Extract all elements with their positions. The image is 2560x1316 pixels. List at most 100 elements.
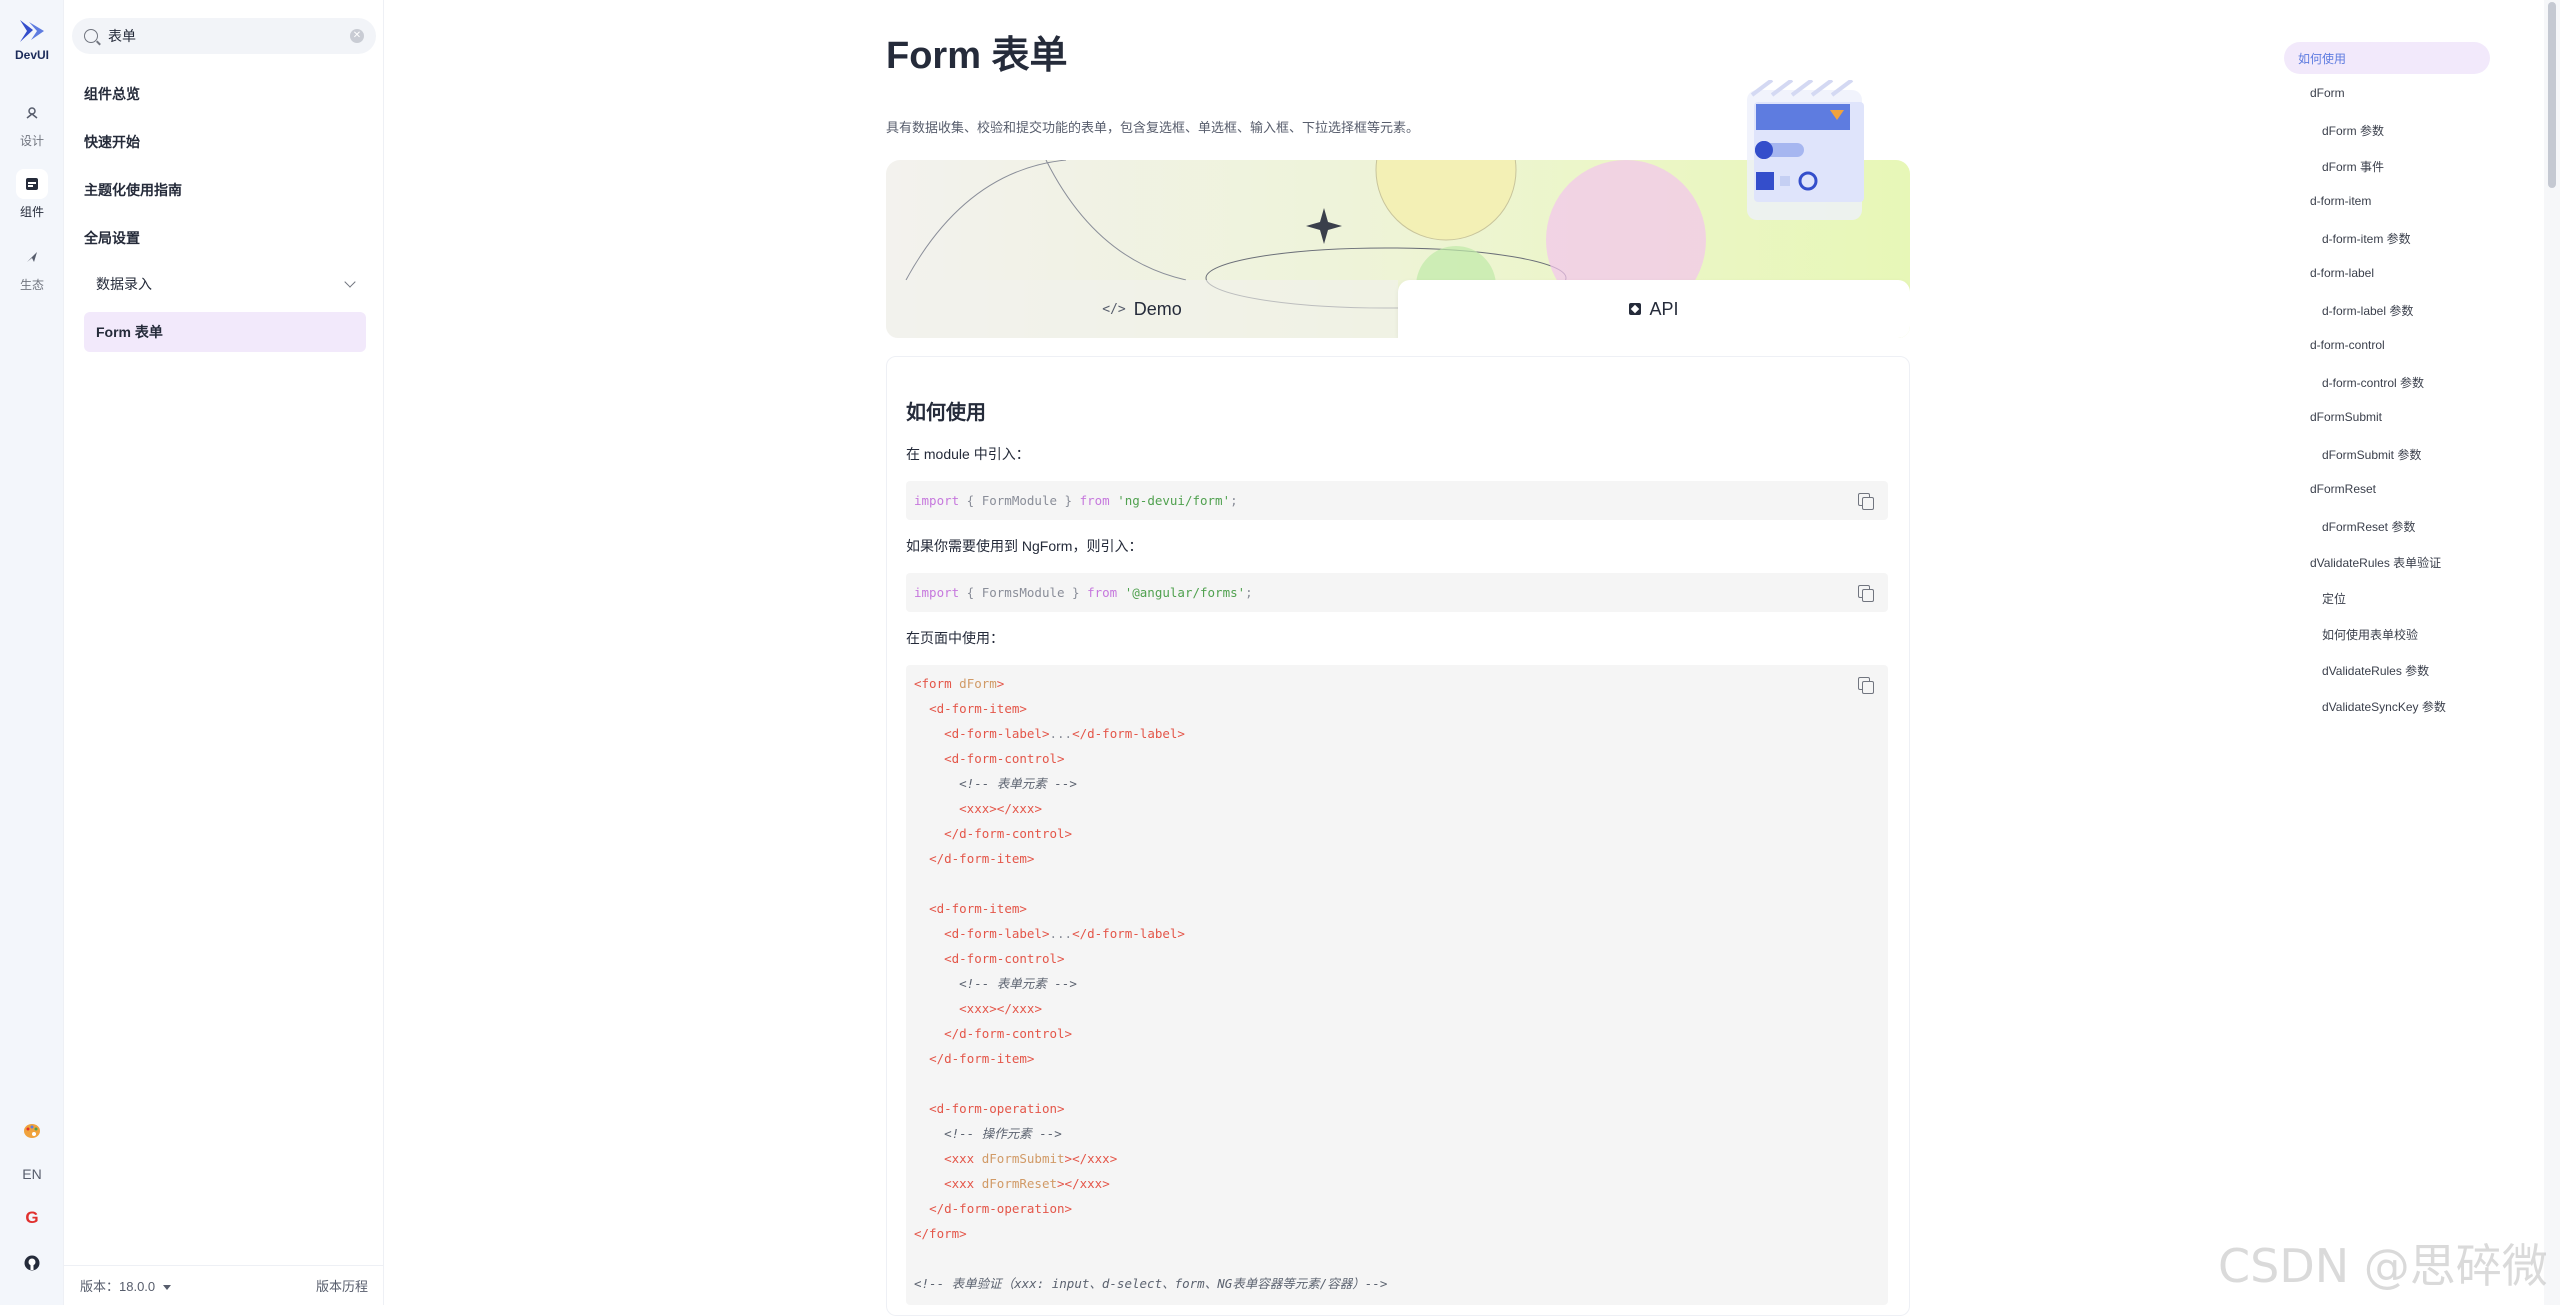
code-line: <xxx dFormSubmit></xxx> xyxy=(944,1151,1118,1166)
rail-label-design: 设计 xyxy=(19,134,44,148)
toc-item[interactable]: d-form-item 参数 xyxy=(2322,230,2411,247)
toc-item[interactable]: dFormSubmit 参数 xyxy=(2322,446,2421,463)
tab-demo[interactable]: </> Demo xyxy=(886,280,1398,338)
watermark: CSDN @思碎微 xyxy=(2218,1239,2548,1293)
code-line: <d-form-label>...</d-form-label> xyxy=(944,726,1185,741)
code-line: <!-- 表单验证（xxx: input、d-select、form、NG表单容… xyxy=(914,1276,1388,1291)
paragraph-module-import: 在 module 中引入： xyxy=(906,446,1030,462)
copy-icon[interactable] xyxy=(1858,585,1874,602)
copy-icon[interactable] xyxy=(1858,493,1874,510)
paragraph-ngform-import: 如果你需要使用到 NgForm，则引入： xyxy=(906,538,1143,554)
nav-item-theme-guide[interactable]: 主题化使用指南 xyxy=(84,180,182,200)
code-line: import { FormsModule } from '@angular/fo… xyxy=(914,585,1253,600)
sidebar-footer: 版本：18.0.0 版本历程 xyxy=(64,1265,384,1305)
page-title: Form 表单 xyxy=(886,35,1068,77)
code-line: </d-form-control> xyxy=(944,1026,1073,1041)
code-line: </d-form-item> xyxy=(929,1051,1035,1066)
page-description: 具有数据收集、校验和提交功能的表单，包含复选框、单选框、输入框、下拉选择框等元素… xyxy=(886,120,1420,135)
rail-label-component: 组件 xyxy=(19,205,44,219)
paragraph-page-usage: 在页面中使用： xyxy=(906,630,1004,646)
ecosystem-icon xyxy=(16,242,48,272)
toc-item[interactable]: d-form-label 参数 xyxy=(2322,302,2413,319)
rail-label-ecosystem: 生态 xyxy=(19,278,44,292)
toc-item[interactable]: dFormReset 参数 xyxy=(2322,518,2415,535)
search-box[interactable]: 表单 ✕ xyxy=(72,18,376,54)
rail-item-component[interactable]: 组件 xyxy=(8,169,56,220)
code-line: <!-- 操作元素 --> xyxy=(914,1126,1062,1141)
toc-item[interactable]: dForm xyxy=(2310,86,2345,100)
search-input[interactable]: 表单 xyxy=(108,26,350,46)
version-select[interactable]: 版本：18.0.0 xyxy=(80,1276,172,1295)
nav-item-form[interactable]: Form 表单 xyxy=(84,312,366,352)
chevron-down-icon xyxy=(344,276,356,288)
toc-item[interactable]: dValidateRules 表单验证 xyxy=(2310,554,2441,571)
tab-api-label: API xyxy=(1649,298,1679,319)
code-line: <!-- 表单元素 --> xyxy=(914,976,1077,991)
toc-item[interactable]: d-form-label xyxy=(2310,266,2374,280)
code-line: <d-form-control> xyxy=(944,751,1065,766)
tab-demo-label: Demo xyxy=(1133,298,1182,319)
rail-bottom: EN G xyxy=(8,1108,56,1284)
toc-item[interactable]: dFormReset xyxy=(2310,482,2376,496)
component-icon xyxy=(16,169,48,199)
toc-item[interactable]: dFormSubmit xyxy=(2310,410,2382,424)
toc-item[interactable]: d-form-control 参数 xyxy=(2322,374,2424,391)
toc-item[interactable]: dForm 参数 xyxy=(2322,122,2384,139)
version-label: 版本：18.0.0 xyxy=(80,1279,156,1294)
language-switch[interactable]: EN xyxy=(8,1152,56,1196)
devui-logo-icon xyxy=(20,20,44,42)
caret-down-icon xyxy=(163,1285,172,1291)
rail-item-ecosystem[interactable]: 生态 xyxy=(8,242,56,293)
search-icon xyxy=(84,29,98,43)
nav-item-global-settings[interactable]: 全局设置 xyxy=(84,228,140,248)
toc-item[interactable]: dForm 事件 xyxy=(2322,158,2384,175)
code-block-form-module: import { FormModule } from 'ng-devui/for… xyxy=(906,481,1888,520)
code-line: import { FormModule } from 'ng-devui/for… xyxy=(914,493,1238,508)
logo-text: DevUI xyxy=(14,48,49,62)
scrollbar[interactable] xyxy=(2544,0,2560,1305)
tabs: </> Demo API xyxy=(886,280,1910,338)
scrollbar-thumb[interactable] xyxy=(2548,2,2556,188)
toc-item[interactable]: d-form-item xyxy=(2310,194,2371,208)
tab-api[interactable]: API xyxy=(1398,280,1910,338)
gitee-icon[interactable]: G xyxy=(8,1196,56,1240)
nav-group-data-entry[interactable]: 数据录入 xyxy=(84,264,366,304)
code-block-template: <form dForm> <d-form-item> <d-form-label… xyxy=(906,665,1888,1305)
code-line: <d-form-item> xyxy=(929,701,1027,716)
clear-icon[interactable]: ✕ xyxy=(350,29,364,43)
toc-item[interactable]: 如何使用表单校验 xyxy=(2322,626,2418,643)
design-icon xyxy=(16,98,48,128)
devui-logo[interactable]: DevUI xyxy=(12,18,52,62)
code-line: <xxx></xxx> xyxy=(959,801,1042,816)
nav-item-overview[interactable]: 组件总览 xyxy=(84,84,140,104)
code-line: <d-form-control> xyxy=(944,951,1065,966)
nav-item-quickstart[interactable]: 快速开始 xyxy=(84,132,140,152)
palette-icon[interactable] xyxy=(8,1108,56,1152)
code-line: <d-form-item> xyxy=(929,901,1027,916)
toc-item-active[interactable]: 如何使用 xyxy=(2284,42,2490,74)
left-rail: DevUI 设计 组件 生态 EN G xyxy=(0,0,64,1305)
code-line: </d-form-control> xyxy=(944,826,1073,841)
toc-item[interactable]: 定位 xyxy=(2322,590,2346,607)
github-icon[interactable] xyxy=(8,1240,56,1284)
copy-icon[interactable] xyxy=(1858,677,1874,694)
code-line: </d-form-item> xyxy=(929,851,1035,866)
code-block-forms-module: import { FormsModule } from '@angular/fo… xyxy=(906,573,1888,612)
nav-group-label: 数据录入 xyxy=(96,276,152,292)
toc-item[interactable]: dValidateRules 参数 xyxy=(2322,662,2429,679)
section-title: 如何使用 xyxy=(906,402,986,424)
version-history-link[interactable]: 版本历程 xyxy=(316,1276,368,1295)
code-line: <d-form-operation> xyxy=(929,1101,1065,1116)
sidebar: 表单 ✕ 组件总览 快速开始 主题化使用指南 全局设置 数据录入 Form 表单… xyxy=(64,0,384,1305)
code-icon: </> xyxy=(1102,301,1126,317)
toc-item[interactable]: dValidateSyncKey 参数 xyxy=(2322,698,2446,715)
rail-item-design[interactable]: 设计 xyxy=(8,98,56,149)
code-line: <!-- 表单元素 --> xyxy=(914,776,1077,791)
code-line: </d-form-operation> xyxy=(929,1201,1073,1216)
code-line: <form dForm> xyxy=(914,676,1005,691)
form-illustration xyxy=(1722,78,1887,230)
toc-item[interactable]: d-form-control xyxy=(2310,338,2385,352)
